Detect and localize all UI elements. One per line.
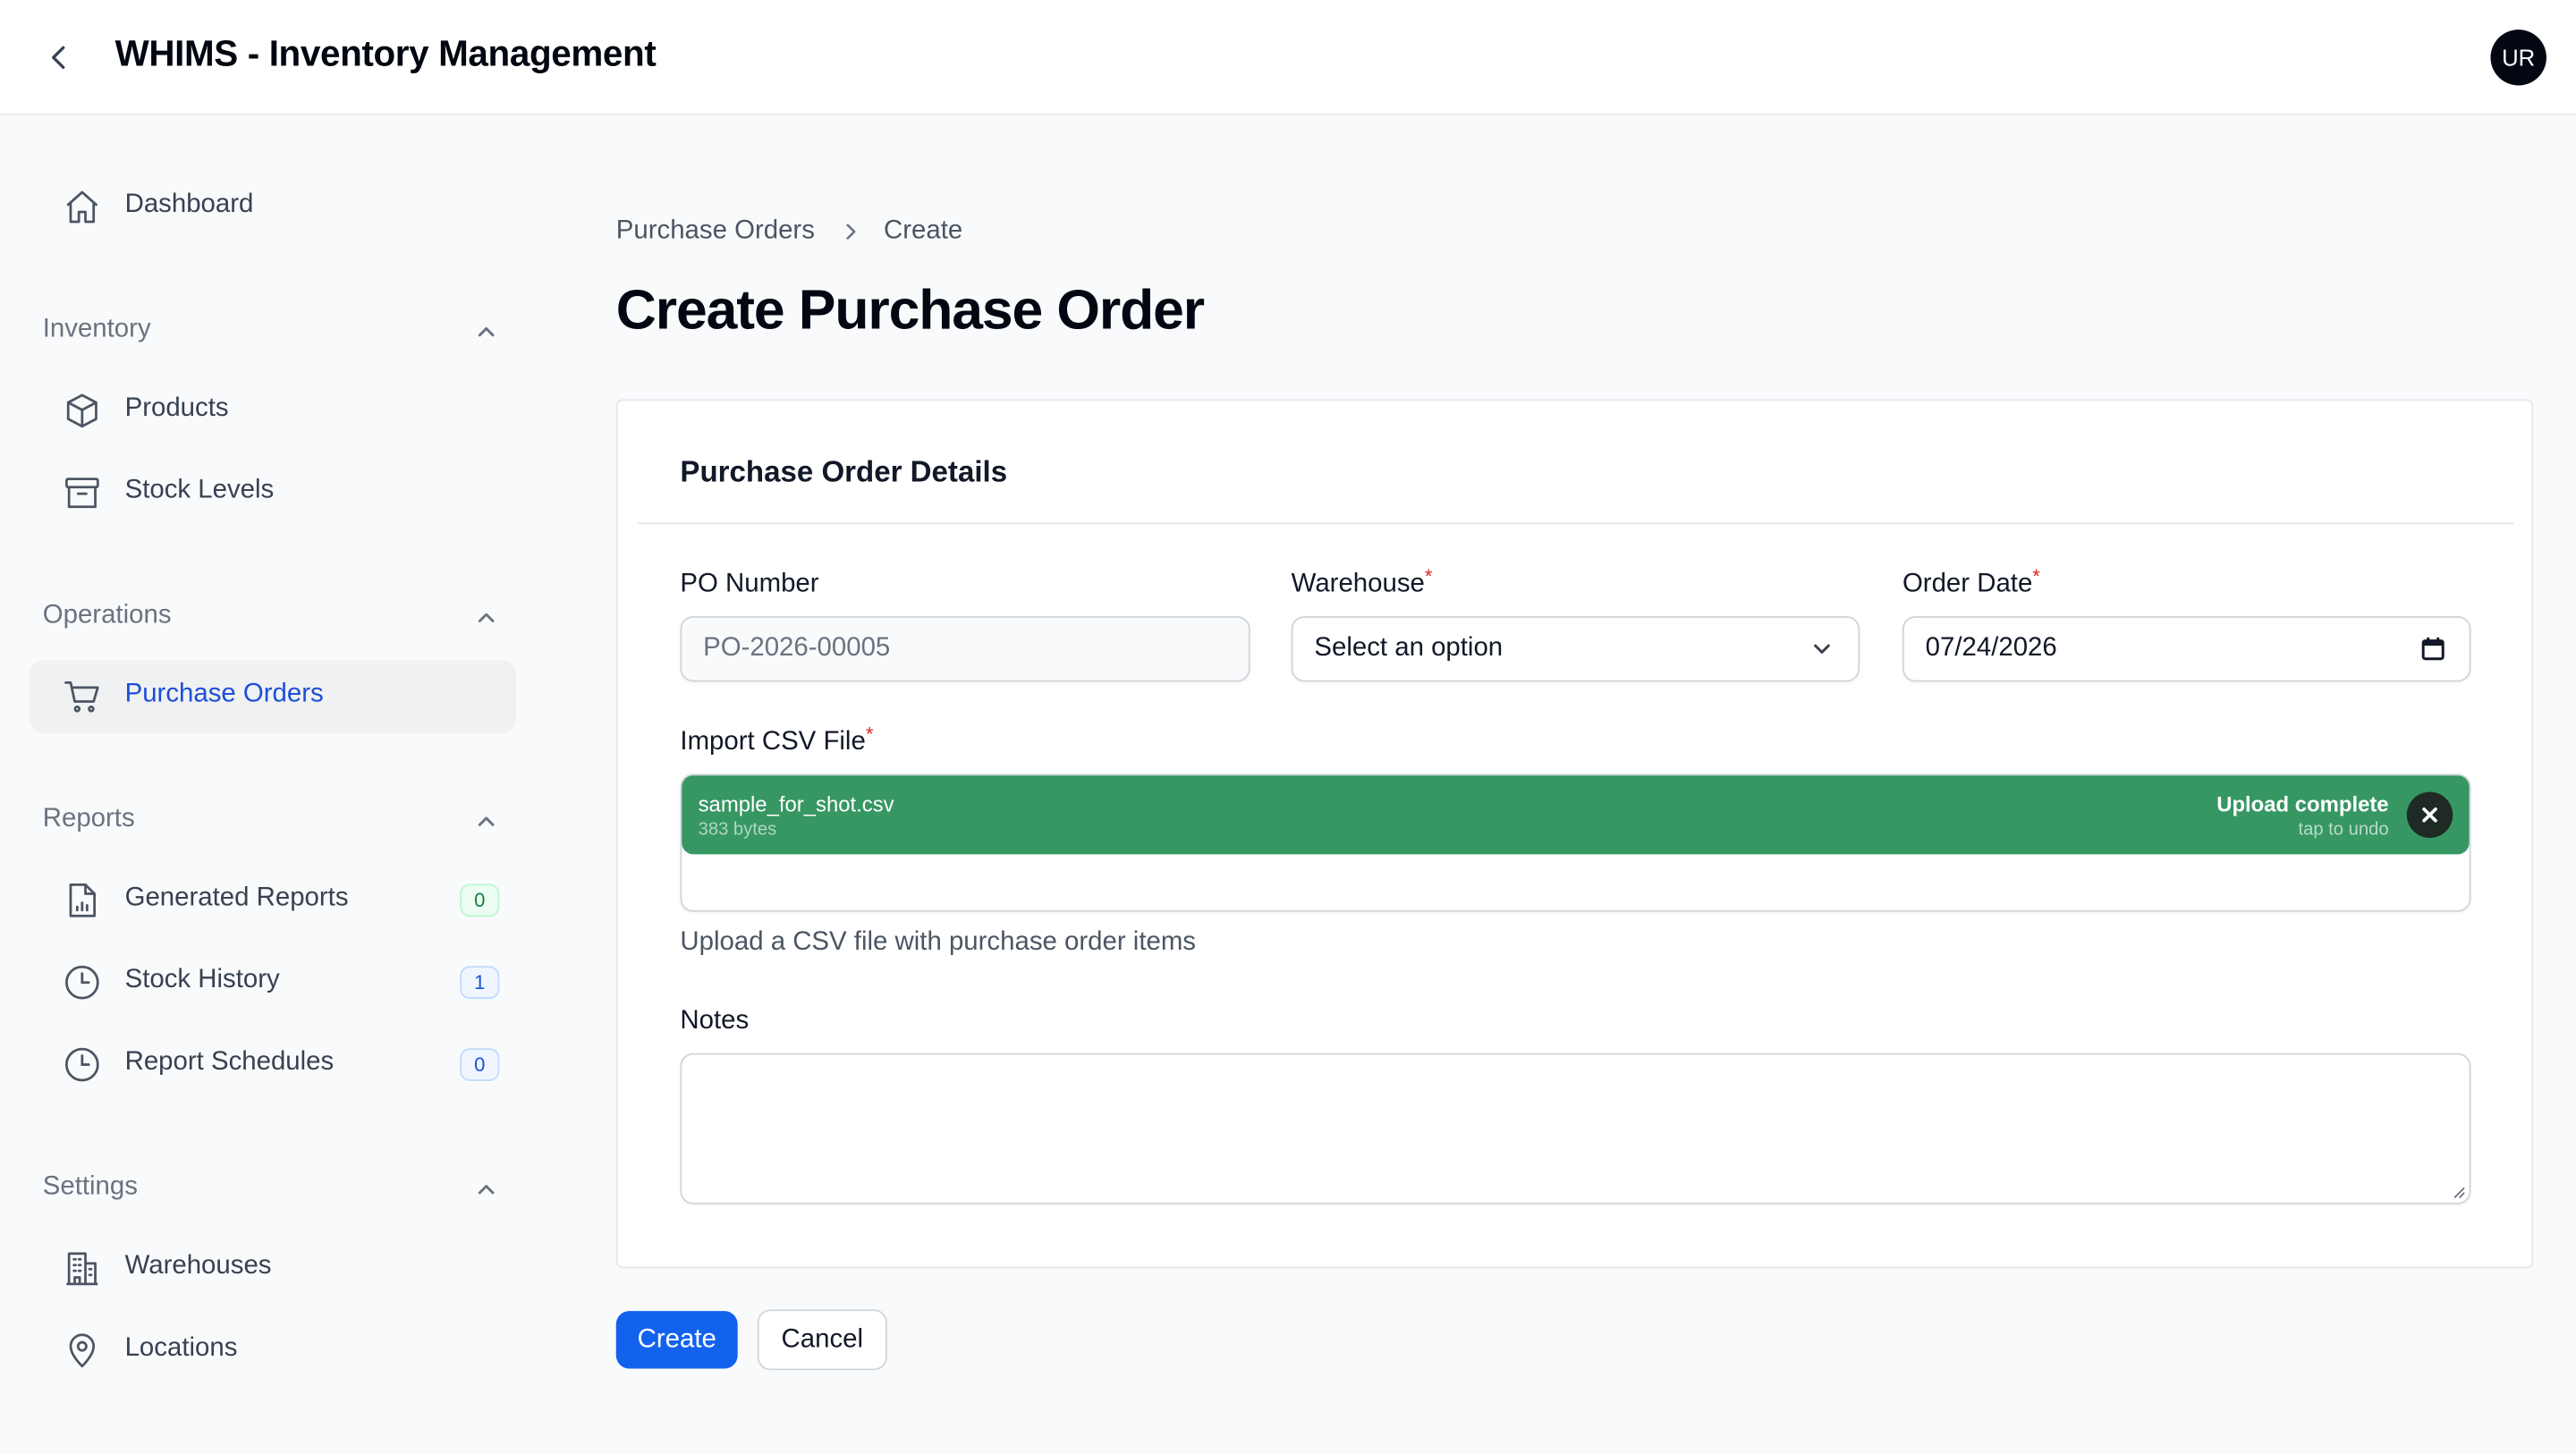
- group-label: Settings: [42, 1172, 138, 1202]
- order-date-value: 07/24/2026: [1925, 634, 2057, 663]
- upload-status: Upload complete: [2216, 791, 2389, 817]
- chevron-up-icon: [470, 1173, 503, 1206]
- clock-icon: [63, 963, 102, 1002]
- file-name: sample_for_shot.csv: [698, 791, 894, 817]
- notes-textarea[interactable]: [680, 1052, 2471, 1205]
- cancel-button[interactable]: Cancel: [757, 1309, 887, 1371]
- po-number-value: PO-2026-00005: [703, 634, 891, 663]
- chevron-right-icon: [841, 222, 860, 241]
- sidebar-item-warehouses[interactable]: Warehouses: [30, 1232, 516, 1305]
- csv-helper-text: Upload a CSV file with purchase order it…: [680, 928, 1196, 957]
- chevron-left-icon: [52, 46, 65, 69]
- group-header-settings[interactable]: Settings: [43, 1170, 503, 1209]
- home-icon: [63, 187, 102, 226]
- clock-icon: [63, 1045, 102, 1085]
- back-button[interactable]: [39, 38, 79, 77]
- document-chart-icon: [63, 881, 102, 920]
- shopping-cart-icon: [63, 677, 102, 716]
- archive-box-icon: [63, 473, 102, 512]
- group-label: Inventory: [42, 315, 151, 343]
- sidebar: Dashboard Inventory Products Stock Level…: [0, 116, 572, 1454]
- group-header-operations[interactable]: Operations: [43, 598, 503, 638]
- group-label: Operations: [42, 601, 172, 630]
- sidebar-item-generated-reports[interactable]: Generated Reports 0: [30, 864, 516, 936]
- undo-hint[interactable]: tap to undo: [2298, 820, 2388, 840]
- divider: [637, 522, 2514, 525]
- breadcrumb-link-purchase-orders[interactable]: Purchase Orders: [616, 217, 815, 247]
- remove-file-button[interactable]: [2406, 791, 2453, 839]
- app-title: WHIMS - Inventory Management: [114, 32, 657, 74]
- group-header-inventory[interactable]: Inventory: [43, 312, 503, 351]
- chevron-up-icon: [470, 601, 503, 634]
- import-csv-label: Import CSV File*: [680, 723, 874, 757]
- sidebar-item-label: Locations: [124, 1333, 238, 1363]
- sidebar-item-label: Dashboard: [124, 190, 254, 219]
- sidebar-item-stock-levels[interactable]: Stock Levels: [30, 457, 516, 529]
- map-pin-icon: [63, 1331, 102, 1370]
- sidebar-item-label: Purchase Orders: [124, 680, 324, 708]
- po-number-field[interactable]: PO-2026-00005: [680, 615, 1250, 682]
- sidebar-item-report-schedules[interactable]: Report Schedules 0: [30, 1028, 516, 1101]
- page: WHIMS - Inventory Management UR Dashboar…: [0, 0, 2576, 1454]
- top-bar: WHIMS - Inventory Management UR: [0, 0, 2576, 115]
- notes-label: Notes: [680, 1007, 750, 1036]
- cube-icon: [63, 391, 102, 430]
- building-icon: [63, 1248, 102, 1288]
- required-mark: *: [1424, 565, 1433, 588]
- order-date-field[interactable]: 07/24/2026: [1902, 615, 2471, 682]
- warehouse-label: Warehouse*: [1291, 565, 1433, 598]
- user-avatar[interactable]: UR: [2490, 30, 2546, 86]
- section-title: Purchase Order Details: [680, 454, 1008, 488]
- sidebar-item-label: Report Schedules: [124, 1048, 335, 1077]
- warehouse-select[interactable]: Select an option: [1291, 615, 1860, 682]
- sidebar-item-products[interactable]: Products: [30, 375, 516, 447]
- calendar-icon[interactable]: [2417, 632, 2450, 665]
- create-button[interactable]: Create: [615, 1311, 738, 1369]
- count-badge: 1: [460, 966, 500, 1000]
- chevron-down-icon: [1806, 632, 1839, 665]
- group-label: Reports: [42, 805, 135, 833]
- sidebar-item-stock-history[interactable]: Stock History 1: [30, 946, 516, 1019]
- order-date-label: Order Date*: [1902, 565, 2040, 598]
- count-badge: 0: [460, 1048, 500, 1081]
- po-number-label: PO Number: [680, 570, 819, 598]
- count-badge: 0: [460, 883, 500, 917]
- chevron-up-icon: [470, 805, 503, 838]
- sidebar-item-label: Products: [124, 393, 229, 423]
- page-title: Create Purchase Order: [615, 279, 1205, 342]
- group-header-reports[interactable]: Reports: [43, 802, 503, 841]
- sidebar-item-label: Warehouses: [124, 1252, 272, 1281]
- purchase-order-form-card: Purchase Order Details PO Number PO-2026…: [615, 399, 2534, 1269]
- sidebar-item-locations[interactable]: Locations: [30, 1315, 516, 1387]
- sidebar-item-purchase-orders[interactable]: Purchase Orders: [30, 660, 516, 733]
- warehouse-select-value: Select an option: [1314, 634, 1504, 663]
- close-icon: [2422, 807, 2437, 823]
- required-mark: *: [2032, 565, 2040, 588]
- sidebar-item-label: Stock Levels: [124, 476, 275, 505]
- sidebar-item-dashboard[interactable]: Dashboard: [30, 171, 516, 243]
- required-mark: *: [865, 723, 874, 747]
- uploaded-file-item[interactable]: sample_for_shot.csv 383 bytes Upload com…: [682, 775, 2470, 855]
- sidebar-item-label: Generated Reports: [124, 883, 349, 912]
- sidebar-item-label: Stock History: [124, 966, 280, 994]
- chevron-up-icon: [470, 316, 503, 349]
- breadcrumb-current: Create: [884, 216, 963, 245]
- file-size: 383 bytes: [698, 819, 777, 840]
- resize-handle-icon[interactable]: [2450, 1183, 2466, 1199]
- csv-dropzone[interactable]: sample_for_shot.csv 383 bytes Upload com…: [680, 773, 2471, 912]
- breadcrumb: Purchase Orders Create: [616, 216, 962, 249]
